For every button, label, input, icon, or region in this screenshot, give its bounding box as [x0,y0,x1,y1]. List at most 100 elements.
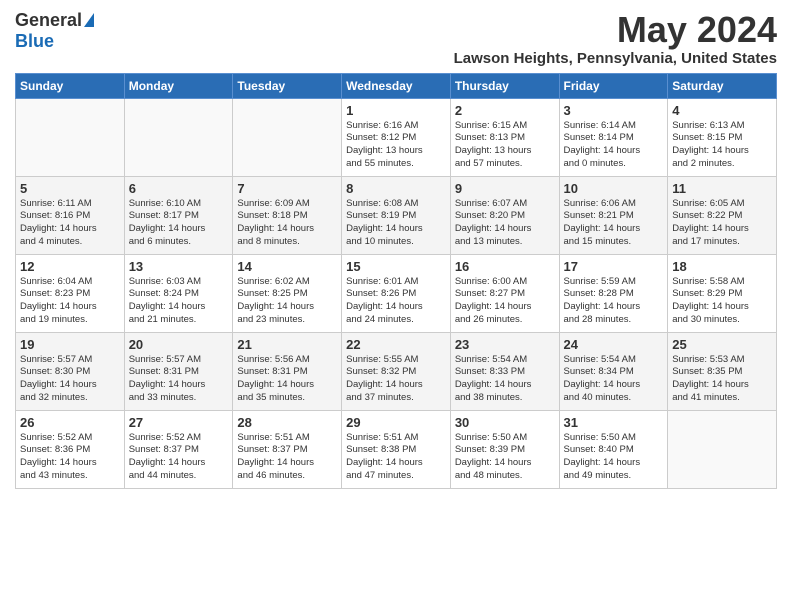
month-title: May 2024 [454,10,777,50]
calendar-cell: 16 Sunrise: 6:00 AM Sunset: 8:27 PM Dayli… [450,254,559,332]
day-number: 21 [237,337,337,352]
calendar-cell: 6 Sunrise: 6:10 AM Sunset: 8:17 PM Daylig… [124,176,233,254]
cell-info: Sunrise: 6:08 AM Sunset: 8:19 PM Dayligh… [346,198,446,249]
calendar-week-row: 5Sunrise: 6:11 AM Sunset: 8:16 PM Daylig… [16,176,777,254]
calendar-cell: 1Sunrise: 6:16 AM Sunset: 8:12 PM Daylig… [342,98,451,176]
day-number: 11 [672,181,772,196]
calendar-cell [233,98,342,176]
calendar-cell: 9 Sunrise: 6:07 AM Sunset: 8:20 PM Daylig… [450,176,559,254]
calendar-week-row: 1Sunrise: 6:16 AM Sunset: 8:12 PM Daylig… [16,98,777,176]
day-number: 25 [672,337,772,352]
cell-info: Sunrise: 6:05 AM Sunset: 8:22 PM Dayligh… [672,198,772,249]
day-of-week-header: Thursday [450,73,559,98]
day-number: 9 [455,181,555,196]
cell-info: Sunrise: 5:51 AM Sunset: 8:38 PM Dayligh… [346,432,446,483]
calendar-cell: 14 Sunrise: 6:02 AM Sunset: 8:25 PM Dayli… [233,254,342,332]
calendar-cell: 5Sunrise: 6:11 AM Sunset: 8:16 PM Daylig… [16,176,125,254]
cell-info: Sunrise: 5:57 AM Sunset: 8:30 PM Dayligh… [20,354,120,405]
calendar-week-row: 12 Sunrise: 6:04 AM Sunset: 8:23 PM Dayli… [16,254,777,332]
day-of-week-header: Saturday [668,73,777,98]
calendar-cell: 25 Sunrise: 5:53 AM Sunset: 8:35 PM Dayli… [668,332,777,410]
cell-info: Sunrise: 6:07 AM Sunset: 8:20 PM Dayligh… [455,198,555,249]
cell-info: Sunrise: 6:03 AM Sunset: 8:24 PM Dayligh… [129,276,229,327]
cell-info: Sunrise: 5:51 AM Sunset: 8:37 PM Dayligh… [237,432,337,483]
day-number: 1 [346,103,446,118]
day-number: 16 [455,259,555,274]
calendar-cell: 2Sunrise: 6:15 AM Sunset: 8:13 PM Daylig… [450,98,559,176]
page-header: General Blue May 2024 Lawson Heights, Pe… [15,10,777,67]
calendar-cell: 26 Sunrise: 5:52 AM Sunset: 8:36 PM Dayli… [16,410,125,488]
day-number: 26 [20,415,120,430]
day-number: 3 [564,103,664,118]
cell-info: Sunrise: 5:56 AM Sunset: 8:31 PM Dayligh… [237,354,337,405]
logo-triangle-icon [84,13,94,27]
day-number: 27 [129,415,229,430]
calendar-cell: 4 Sunrise: 6:13 AM Sunset: 8:15 PM Daylig… [668,98,777,176]
calendar-cell [124,98,233,176]
day-number: 12 [20,259,120,274]
day-of-week-header: Friday [559,73,668,98]
calendar-cell: 11 Sunrise: 6:05 AM Sunset: 8:22 PM Dayli… [668,176,777,254]
day-number: 14 [237,259,337,274]
day-number: 7 [237,181,337,196]
cell-info: Sunrise: 5:55 AM Sunset: 8:32 PM Dayligh… [346,354,446,405]
day-number: 4 [672,103,772,118]
day-number: 22 [346,337,446,352]
day-number: 28 [237,415,337,430]
calendar-cell: 21 Sunrise: 5:56 AM Sunset: 8:31 PM Dayli… [233,332,342,410]
calendar-cell: 20 Sunrise: 5:57 AM Sunset: 8:31 PM Dayli… [124,332,233,410]
calendar-cell: 7Sunrise: 6:09 AM Sunset: 8:18 PM Daylig… [233,176,342,254]
day-of-week-header: Wednesday [342,73,451,98]
cell-info: Sunrise: 6:02 AM Sunset: 8:25 PM Dayligh… [237,276,337,327]
day-number: 17 [564,259,664,274]
calendar-header-row: SundayMondayTuesdayWednesdayThursdayFrid… [16,73,777,98]
cell-info: Sunrise: 6:11 AM Sunset: 8:16 PM Dayligh… [20,198,120,249]
calendar-cell: 22 Sunrise: 5:55 AM Sunset: 8:32 PM Dayli… [342,332,451,410]
cell-info: Sunrise: 5:53 AM Sunset: 8:35 PM Dayligh… [672,354,772,405]
day-of-week-header: Sunday [16,73,125,98]
cell-info: Sunrise: 6:15 AM Sunset: 8:13 PM Dayligh… [455,120,555,171]
location-title: Lawson Heights, Pennsylvania, United Sta… [454,50,777,67]
calendar-cell: 18Sunrise: 5:58 AM Sunset: 8:29 PM Dayli… [668,254,777,332]
calendar-cell: 27 Sunrise: 5:52 AM Sunset: 8:37 PM Dayli… [124,410,233,488]
logo-general-text: General [15,10,82,31]
calendar-cell: 23 Sunrise: 5:54 AM Sunset: 8:33 PM Dayli… [450,332,559,410]
cell-info: Sunrise: 6:04 AM Sunset: 8:23 PM Dayligh… [20,276,120,327]
cell-info: Sunrise: 5:54 AM Sunset: 8:33 PM Dayligh… [455,354,555,405]
day-number: 18 [672,259,772,274]
cell-info: Sunrise: 6:06 AM Sunset: 8:21 PM Dayligh… [564,198,664,249]
day-number: 10 [564,181,664,196]
calendar-cell: 24Sunrise: 5:54 AM Sunset: 8:34 PM Dayli… [559,332,668,410]
calendar-cell: 28 Sunrise: 5:51 AM Sunset: 8:37 PM Dayli… [233,410,342,488]
cell-info: Sunrise: 6:13 AM Sunset: 8:15 PM Dayligh… [672,120,772,171]
cell-info: Sunrise: 5:57 AM Sunset: 8:31 PM Dayligh… [129,354,229,405]
calendar-cell: 13 Sunrise: 6:03 AM Sunset: 8:24 PM Dayli… [124,254,233,332]
calendar-cell: 31 Sunrise: 5:50 AM Sunset: 8:40 PM Dayli… [559,410,668,488]
day-number: 6 [129,181,229,196]
calendar-cell: 17Sunrise: 5:59 AM Sunset: 8:28 PM Dayli… [559,254,668,332]
calendar-cell: 15Sunrise: 6:01 AM Sunset: 8:26 PM Dayli… [342,254,451,332]
day-number: 15 [346,259,446,274]
cell-info: Sunrise: 5:50 AM Sunset: 8:40 PM Dayligh… [564,432,664,483]
cell-info: Sunrise: 6:10 AM Sunset: 8:17 PM Dayligh… [129,198,229,249]
calendar-cell: 30 Sunrise: 5:50 AM Sunset: 8:39 PM Dayli… [450,410,559,488]
cell-info: Sunrise: 5:52 AM Sunset: 8:36 PM Dayligh… [20,432,120,483]
day-number: 23 [455,337,555,352]
day-number: 30 [455,415,555,430]
logo-blue-text: Blue [15,31,54,52]
cell-info: Sunrise: 5:54 AM Sunset: 8:34 PM Dayligh… [564,354,664,405]
calendar-cell: 8Sunrise: 6:08 AM Sunset: 8:19 PM Daylig… [342,176,451,254]
cell-info: Sunrise: 5:50 AM Sunset: 8:39 PM Dayligh… [455,432,555,483]
day-number: 13 [129,259,229,274]
day-of-week-header: Tuesday [233,73,342,98]
cell-info: Sunrise: 6:14 AM Sunset: 8:14 PM Dayligh… [564,120,664,171]
cell-info: Sunrise: 6:00 AM Sunset: 8:27 PM Dayligh… [455,276,555,327]
day-number: 20 [129,337,229,352]
title-block: May 2024 Lawson Heights, Pennsylvania, U… [454,10,777,67]
day-number: 29 [346,415,446,430]
calendar-cell: 12 Sunrise: 6:04 AM Sunset: 8:23 PM Dayli… [16,254,125,332]
day-number: 31 [564,415,664,430]
day-number: 19 [20,337,120,352]
cell-info: Sunrise: 5:52 AM Sunset: 8:37 PM Dayligh… [129,432,229,483]
calendar-table: SundayMondayTuesdayWednesdayThursdayFrid… [15,73,777,489]
